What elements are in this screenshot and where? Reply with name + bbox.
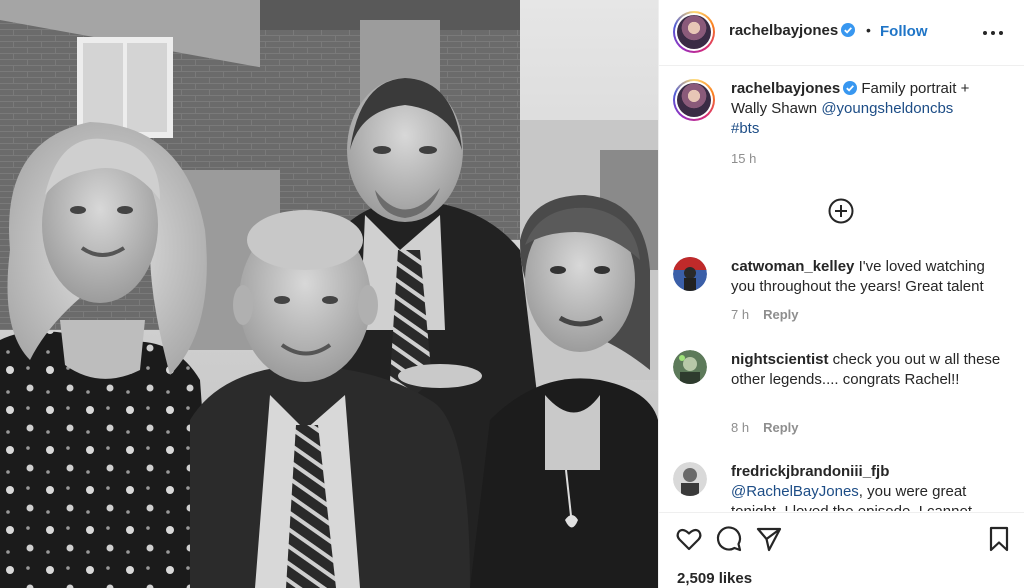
likes-count[interactable]: 2,509 likes (677, 570, 752, 587)
comment-mention-link[interactable]: @RachelBayJones (731, 483, 859, 500)
commenter-avatar[interactable] (673, 350, 707, 384)
reply-button[interactable]: Reply (763, 307, 798, 322)
commenter-avatar[interactable] (673, 462, 707, 496)
post-header: rachelbayjones • Follow (659, 0, 1024, 66)
caption-text: rachelbayjones Family portrait + Wally S… (731, 79, 1006, 139)
caption-time: 15 h (731, 151, 757, 166)
instagram-post: rachelbayjones • Follow rachelbayjones F… (0, 0, 1024, 588)
heart-icon[interactable] (675, 525, 703, 553)
header-separator: • (866, 22, 871, 38)
caption-username[interactable]: rachelbayjones (731, 80, 840, 97)
paper-plane-icon[interactable] (755, 525, 783, 553)
comment-meta: 7 h Reply (731, 307, 798, 322)
post-photo[interactable] (0, 0, 658, 588)
comment-icon[interactable] (715, 525, 743, 553)
comment-text: catwoman_kelley I've loved watching you … (731, 257, 1006, 297)
caption-hashtag-link[interactable]: #bts (731, 120, 759, 137)
plus-circle-icon[interactable] (827, 197, 855, 225)
follow-button[interactable]: Follow (880, 23, 928, 40)
verified-badge-icon (843, 81, 858, 95)
author-username[interactable]: rachelbayjones (729, 22, 856, 39)
comment-time: 8 h (731, 420, 750, 435)
more-dots-icon[interactable] (981, 22, 1005, 44)
comment-username[interactable]: nightscientist (731, 351, 829, 368)
comments-section[interactable]: rachelbayjones Family portrait + Wally S… (659, 67, 1024, 511)
reply-button[interactable]: Reply (763, 420, 798, 435)
commenter-avatar[interactable] (673, 257, 707, 291)
author-avatar[interactable] (673, 11, 715, 53)
post-side-panel: rachelbayjones • Follow rachelbayjones F… (658, 0, 1024, 588)
comment-text: fredrickjbrandoniii_fjb @RachelBayJones, … (731, 462, 1006, 511)
comment-username[interactable]: catwoman_kelley (731, 258, 854, 275)
verified-badge-icon (841, 23, 856, 37)
post-actions: 2,509 likes (659, 512, 1024, 588)
family-portrait-image (0, 0, 658, 588)
comment-text: nightscientist check you out w all these… (731, 350, 1006, 390)
comment-username[interactable]: fredrickjbrandoniii_fjb (731, 463, 889, 480)
comment-meta: 8 h Reply (731, 420, 798, 435)
caption-mention-link[interactable]: @youngsheldoncbs (821, 100, 953, 117)
bookmark-icon[interactable] (985, 525, 1013, 553)
caption-author-avatar[interactable] (673, 79, 715, 121)
comment-time: 7 h (731, 307, 750, 322)
